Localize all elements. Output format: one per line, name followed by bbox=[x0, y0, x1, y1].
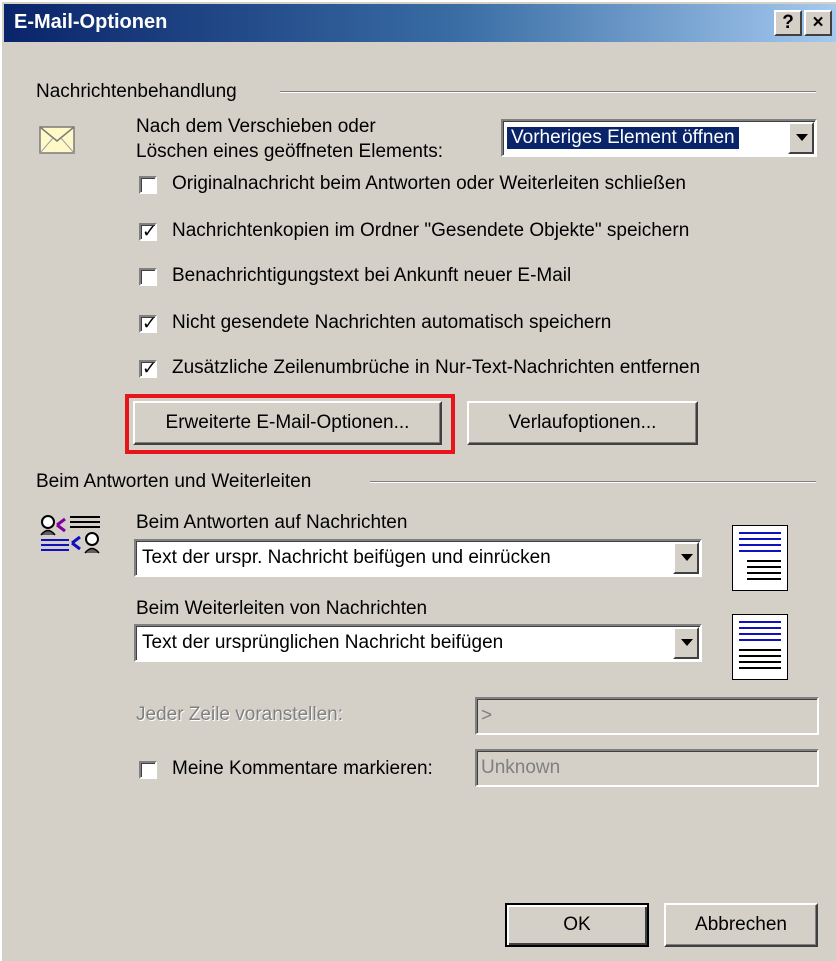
forward-select[interactable]: Text der ursprünglichen Nachricht beifüg… bbox=[134, 624, 702, 662]
email-options-dialog: E-Mail-Optionen ? × Nachrichtenbehandlun… bbox=[0, 0, 836, 961]
reply-preview-icon bbox=[732, 525, 788, 591]
forward-preview-icon bbox=[732, 614, 788, 680]
reply-selected-value: Text der urspr. Nachricht beifügen und e… bbox=[142, 547, 551, 568]
envelope-icon bbox=[39, 126, 75, 154]
checkbox-label-autosave: Nicht gesendete Nachrichten automatisch … bbox=[172, 312, 612, 333]
reply-forward-icon bbox=[40, 515, 100, 554]
cancel-label: Abbrechen bbox=[695, 914, 787, 935]
after-move-label-line2: Löschen eines geöffneten Elements: bbox=[136, 141, 444, 162]
checkbox-label-save-copies: Nachrichtenkopien im Ordner "Gesendete O… bbox=[172, 220, 690, 241]
checkbox-remove-breaks[interactable]: ✓ bbox=[139, 358, 158, 378]
check-icon: ✓ bbox=[142, 221, 158, 241]
prefix-input[interactable]: > bbox=[475, 697, 819, 735]
checkbox-notify-text[interactable] bbox=[139, 268, 157, 286]
title-bar[interactable]: E-Mail-Optionen ? × bbox=[4, 4, 836, 42]
group-separator bbox=[280, 91, 816, 93]
reply-label: Beim Antworten auf Nachrichten bbox=[136, 512, 408, 533]
reply-select[interactable]: Text der urspr. Nachricht beifügen und e… bbox=[134, 539, 702, 577]
ok-label: OK bbox=[563, 914, 591, 935]
prefix-label: Jeder Zeile voranstellen: bbox=[136, 704, 343, 725]
checkbox-close-original[interactable] bbox=[139, 176, 157, 194]
mark-comments-input[interactable]: Unknown bbox=[475, 749, 819, 787]
highlight-box bbox=[125, 394, 455, 454]
check-icon: ✓ bbox=[142, 313, 158, 333]
chevron-down-icon[interactable] bbox=[788, 122, 814, 154]
after-move-selected-value: Vorheriges Element öffnen bbox=[507, 127, 739, 149]
checkbox-mark-comments[interactable] bbox=[139, 761, 157, 779]
cancel-button[interactable]: Abbrechen bbox=[664, 903, 818, 947]
group-separator bbox=[370, 481, 816, 483]
after-move-label-line1: Nach dem Verschieben oder bbox=[136, 116, 376, 137]
help-button[interactable]: ? bbox=[774, 10, 802, 36]
checkbox-label-mark-comments: Meine Kommentare markieren: bbox=[172, 758, 433, 779]
group-label-reply-forward: Beim Antworten und Weiterleiten bbox=[36, 471, 312, 492]
checkbox-label-close-original: Originalnachricht beim Antworten oder We… bbox=[172, 173, 686, 194]
checkbox-label-remove-breaks: Zusätzliche Zeilenumbrüche in Nur-Text-N… bbox=[172, 357, 701, 378]
checkbox-label-notify-text: Benachrichtigungstext bei Ankunft neuer … bbox=[172, 265, 572, 286]
dialog-title: E-Mail-Optionen bbox=[14, 11, 168, 33]
tracking-options-button[interactable]: Verlaufoptionen... bbox=[467, 401, 698, 445]
forward-selected-value: Text der ursprünglichen Nachricht beifüg… bbox=[142, 632, 504, 653]
tracking-options-label: Verlaufoptionen... bbox=[508, 412, 657, 433]
ok-button[interactable]: OK bbox=[505, 903, 649, 947]
after-move-select[interactable]: Vorheriges Element öffnen bbox=[501, 119, 817, 157]
chevron-down-icon[interactable] bbox=[673, 627, 699, 659]
checkbox-autosave[interactable]: ✓ bbox=[139, 313, 158, 333]
check-icon: ✓ bbox=[142, 358, 158, 378]
forward-label: Beim Weiterleiten von Nachrichten bbox=[136, 598, 428, 619]
close-button[interactable]: × bbox=[804, 10, 832, 36]
checkbox-save-copies[interactable]: ✓ bbox=[139, 221, 158, 241]
prefix-value: > bbox=[481, 705, 493, 726]
chevron-down-icon[interactable] bbox=[673, 542, 699, 574]
mark-comments-value: Unknown bbox=[481, 757, 561, 778]
group-label-message-handling: Nachrichtenbehandlung bbox=[36, 81, 237, 102]
